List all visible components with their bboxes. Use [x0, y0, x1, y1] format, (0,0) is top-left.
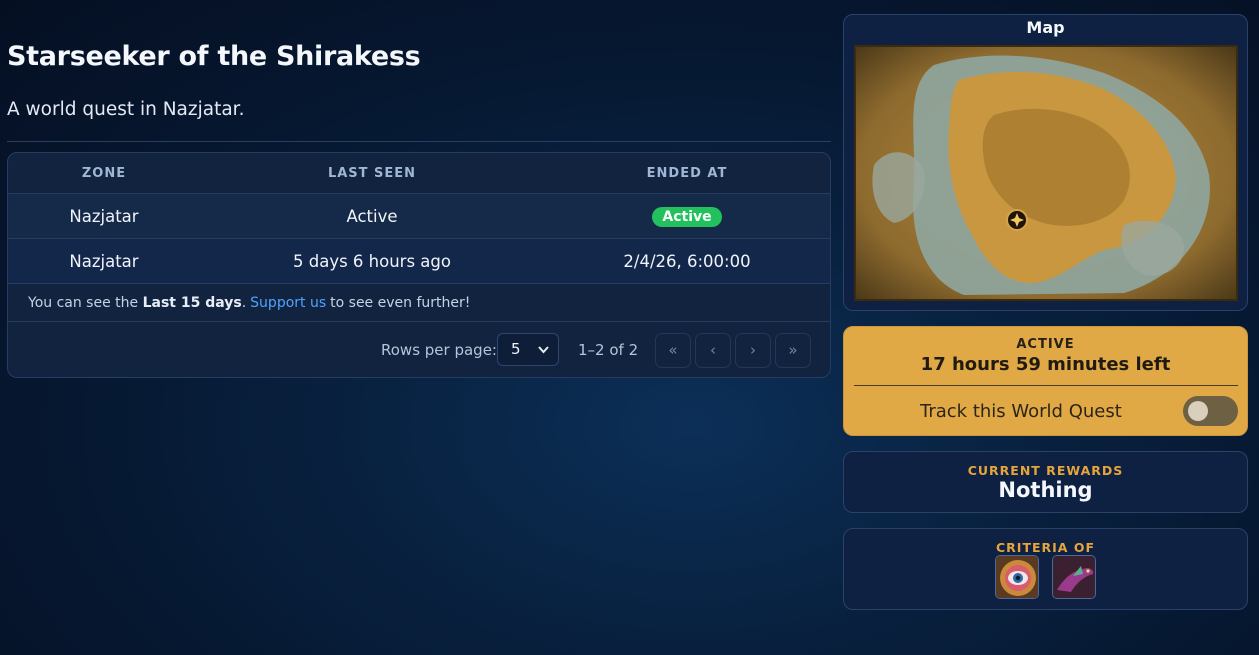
note-bold: Last 15 days: [142, 294, 242, 311]
track-quest-toggle[interactable]: [1183, 396, 1238, 426]
rewards-card: CURRENT REWARDS Nothing: [843, 451, 1248, 513]
column-header-ended-at[interactable]: ENDED AT: [544, 166, 830, 181]
note-suffix: to see even further!: [330, 294, 471, 311]
toggle-knob: [1188, 401, 1208, 421]
cell-last-seen: Active: [346, 206, 398, 226]
status-card: ACTIVE 17 hours 59 minutes left Track th…: [843, 326, 1248, 436]
active-badge: Active: [652, 206, 722, 227]
map-title: Map: [1026, 18, 1065, 37]
last-page-button[interactable]: »: [775, 333, 811, 368]
quest-marker-icon[interactable]: [1006, 209, 1028, 231]
table-header: ZONE LAST SEEN ENDED AT: [8, 153, 830, 194]
eel-creature-icon[interactable]: [1052, 555, 1096, 599]
criteria-card: CRITERIA OF: [843, 528, 1248, 610]
rows-per-page-select[interactable]: 5: [497, 333, 559, 366]
status-label: ACTIVE: [1016, 337, 1075, 352]
page-subtitle: A world quest in Nazjatar.: [7, 99, 245, 120]
map-card: Map: [843, 14, 1248, 311]
divider: [7, 141, 831, 142]
cell-ended-at: Active: [544, 206, 830, 227]
rewards-label: CURRENT REWARDS: [967, 463, 1124, 478]
cell-zone: Nazjatar: [69, 251, 139, 271]
rows-per-page-value: 5: [511, 340, 521, 358]
table-row: Nazjatar Active Active: [8, 194, 830, 239]
note-prefix: You can see the: [28, 294, 139, 311]
divider: [854, 385, 1238, 386]
previous-page-button[interactable]: ‹: [695, 333, 731, 368]
zone-map[interactable]: [854, 45, 1238, 301]
support-us-link[interactable]: Support us: [250, 295, 326, 311]
time-left: 17 hours 59 minutes left: [920, 354, 1171, 375]
chevron-down-icon: [537, 334, 550, 377]
rows-per-page-label: Rows per page:: [381, 341, 497, 359]
column-header-zone[interactable]: ZONE: [8, 166, 200, 181]
track-quest-label: Track this World Quest: [920, 401, 1122, 422]
criteria-label: CRITERIA OF: [996, 540, 1095, 555]
eye-achievement-icon[interactable]: [995, 555, 1039, 599]
first-page-button[interactable]: «: [655, 333, 691, 368]
cell-last-seen: 5 days 6 hours ago: [293, 251, 451, 271]
history-note: You can see the Last 15 days. Support us t…: [8, 284, 830, 322]
cell-ended-at: 2/4/26, 6:00:00: [623, 251, 751, 271]
pagination: Rows per page: 5 1–2 of 2 « ‹ › »: [8, 322, 830, 377]
cell-zone: Nazjatar: [69, 206, 139, 226]
page-title: Starseeker of the Shirakess: [7, 41, 421, 72]
next-page-button[interactable]: ›: [735, 333, 771, 368]
rewards-value: Nothing: [998, 478, 1093, 502]
pagination-range: 1–2 of 2: [578, 341, 639, 359]
history-table: ZONE LAST SEEN ENDED AT Nazjatar Active …: [7, 152, 831, 378]
table-row: Nazjatar 5 days 6 hours ago 2/4/26, 6:00…: [8, 239, 830, 284]
column-header-last-seen[interactable]: LAST SEEN: [200, 166, 544, 181]
